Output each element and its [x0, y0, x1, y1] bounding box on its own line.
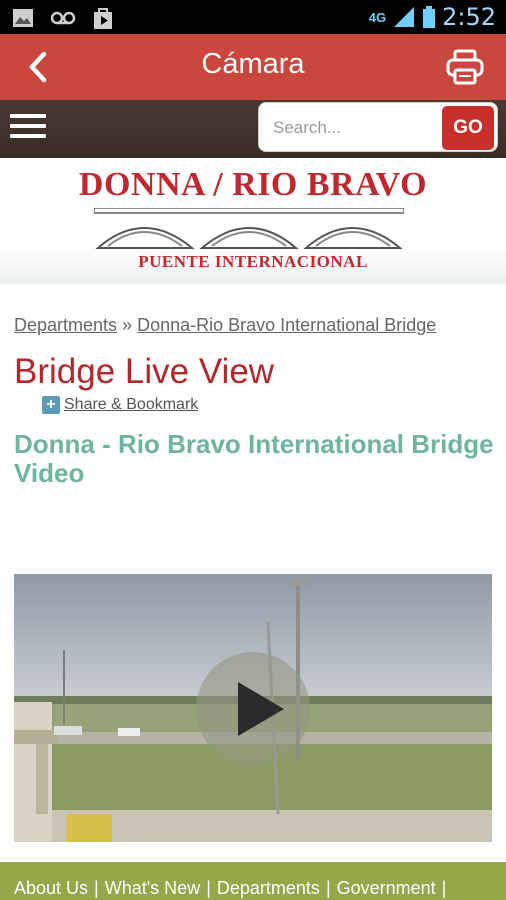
voicemail-icon	[50, 11, 76, 25]
footer-link-departments[interactable]: Departments	[217, 878, 320, 898]
breadcrumb-departments[interactable]: Departments	[14, 315, 117, 335]
status-right: 4G 2:52	[369, 3, 496, 31]
clock: 2:52	[442, 3, 496, 31]
banner-logo: DONNA / RIO BRAVO PUENTE INTERNACIONAL	[0, 158, 506, 284]
breadcrumb-bridge[interactable]: Donna-Rio Bravo International Bridge	[137, 315, 436, 335]
breadcrumb-separator: »	[122, 315, 133, 335]
footer-separator: |	[94, 878, 99, 898]
hamburger-icon[interactable]	[10, 114, 46, 144]
footer-separator: |	[441, 878, 447, 898]
video-heading: Donna - Rio Bravo International Bridge V…	[14, 429, 494, 488]
footer-separator: |	[206, 878, 211, 898]
plus-icon: +	[42, 396, 60, 414]
app-bar: Cámara	[0, 34, 506, 100]
footer-link-whats-new[interactable]: What's New	[105, 878, 200, 898]
footer-links: About Us | What's New | Departments | Governme…	[14, 878, 452, 899]
play-button[interactable]	[196, 652, 310, 766]
signal-icon	[394, 7, 415, 27]
footer-nav: About Us | What's New | Departments | Governme…	[0, 862, 506, 900]
printer-icon[interactable]	[446, 48, 484, 86]
search-box: GO	[258, 102, 498, 152]
play-icon	[238, 682, 284, 736]
go-button[interactable]: GO	[442, 106, 494, 150]
app-title: Cámara	[201, 48, 305, 80]
page-title: Bridge Live View	[14, 352, 275, 391]
breadcrumb: Departments » Donna-Rio Bravo Internatio…	[14, 306, 494, 344]
share-bookmark-link[interactable]: Share & Bookmark	[64, 396, 198, 414]
footer-link-government[interactable]: Government	[337, 878, 436, 898]
image-icon	[13, 9, 33, 27]
share-bookmark[interactable]: + Share & Bookmark	[42, 396, 494, 414]
status-left-icons	[12, 6, 114, 30]
main-content: Departments » Donna-Rio Bravo Internatio…	[14, 306, 494, 488]
video-player[interactable]	[14, 574, 492, 842]
shopping-bag-icon	[94, 8, 112, 29]
banner-title: DONNA / RIO BRAVO	[78, 166, 428, 203]
footer-link-about-us[interactable]: About Us	[14, 878, 88, 898]
battery-icon	[423, 6, 436, 28]
network-type: 4G	[368, 9, 387, 25]
search-input[interactable]	[273, 113, 433, 143]
banner-subtitle: PUENTE INTERNACIONAL	[138, 252, 368, 271]
bridge-arches-icon	[94, 208, 404, 249]
footer-separator: |	[325, 878, 331, 898]
status-bar: 4G 2:52	[0, 0, 506, 34]
